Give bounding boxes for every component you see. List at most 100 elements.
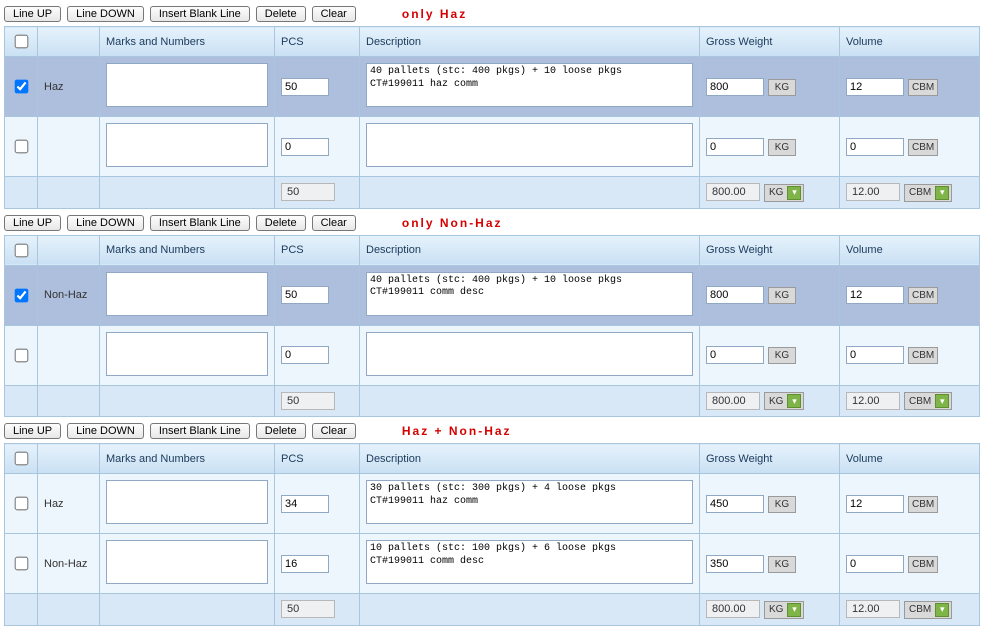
- row-select-checkbox[interactable]: [15, 348, 29, 362]
- delete-button[interactable]: Delete: [256, 423, 306, 439]
- line-down-button[interactable]: Line DOWN: [67, 6, 144, 22]
- description-input[interactable]: [366, 123, 693, 167]
- header-tag: [38, 235, 100, 265]
- line-up-button[interactable]: Line UP: [4, 215, 61, 231]
- toolbar: Line UP Line DOWN Insert Blank Line Delete C…: [4, 215, 980, 231]
- select-all-checkbox[interactable]: [15, 35, 29, 49]
- delete-button[interactable]: Delete: [256, 6, 306, 22]
- row-select-checkbox[interactable]: [15, 288, 29, 302]
- header-volume: Volume: [840, 444, 980, 474]
- line-up-button[interactable]: Line UP: [4, 423, 61, 439]
- line-down-button[interactable]: Line DOWN: [67, 215, 144, 231]
- volume-input[interactable]: [846, 555, 904, 573]
- table-row: KGCBM: [5, 325, 980, 385]
- volume-unit: CBM: [908, 496, 938, 513]
- gross-weight-input[interactable]: [706, 346, 764, 364]
- weight-unit-dropdown[interactable]: KG▾: [764, 601, 804, 619]
- row-tag: Non-Haz: [44, 289, 87, 301]
- header-gross-weight: Gross Weight: [700, 235, 840, 265]
- volume-input[interactable]: [846, 346, 904, 364]
- gross-weight-input[interactable]: [706, 286, 764, 304]
- cargo-section: Line UP Line DOWN Insert Blank Line Delete C…: [4, 423, 980, 626]
- pcs-input[interactable]: [281, 346, 329, 364]
- table-row: Haz KG CBM: [5, 474, 980, 534]
- volume-unit: CBM: [908, 139, 938, 156]
- volume-unit-dropdown[interactable]: CBM▾: [904, 392, 952, 410]
- header-tag: [38, 444, 100, 474]
- line-down-button[interactable]: Line DOWN: [67, 423, 144, 439]
- table-row: KGCBM: [5, 117, 980, 177]
- gross-weight-input[interactable]: [706, 495, 764, 513]
- header-select: [5, 235, 38, 265]
- select-all-checkbox[interactable]: [15, 243, 29, 257]
- header-select: [5, 27, 38, 57]
- pcs-input[interactable]: [281, 495, 329, 513]
- marks-input[interactable]: [106, 272, 268, 316]
- marks-input[interactable]: [106, 123, 268, 167]
- pcs-input[interactable]: [281, 138, 329, 156]
- weight-unit: KG: [768, 496, 796, 513]
- row-select-checkbox[interactable]: [15, 140, 29, 154]
- header-pcs: PCS: [275, 444, 360, 474]
- select-all-checkbox[interactable]: [15, 452, 29, 466]
- insert-blank-button[interactable]: Insert Blank Line: [150, 6, 250, 22]
- insert-blank-button[interactable]: Insert Blank Line: [150, 423, 250, 439]
- toolbar: Line UP Line DOWN Insert Blank Line Delete C…: [4, 6, 980, 22]
- volume-unit-dropdown[interactable]: CBM▾: [904, 184, 952, 202]
- row-tag: Haz: [44, 81, 64, 93]
- marks-input[interactable]: [106, 63, 268, 107]
- total-gross-weight: 800.00: [706, 183, 760, 201]
- total-pcs: 50: [281, 183, 335, 201]
- gross-weight-input[interactable]: [706, 555, 764, 573]
- volume-unit-label: CBM: [909, 396, 931, 407]
- description-input[interactable]: [366, 332, 693, 376]
- row-tag: Non-Haz: [44, 558, 87, 570]
- header-description: Description: [360, 27, 700, 57]
- chevron-down-icon: ▾: [787, 394, 801, 408]
- cargo-section: Line UP Line DOWN Insert Blank Line Delete C…: [4, 6, 980, 209]
- line-up-button[interactable]: Line UP: [4, 6, 61, 22]
- description-input[interactable]: [366, 480, 693, 524]
- gross-weight-input[interactable]: [706, 138, 764, 156]
- marks-input[interactable]: [106, 332, 268, 376]
- pcs-input[interactable]: [281, 555, 329, 573]
- weight-unit: KG: [768, 287, 796, 304]
- volume-unit: CBM: [908, 79, 938, 96]
- volume-unit-label: CBM: [909, 604, 931, 615]
- volume-input[interactable]: [846, 138, 904, 156]
- delete-button[interactable]: Delete: [256, 215, 306, 231]
- weight-unit-dropdown[interactable]: KG▾: [764, 184, 804, 202]
- description-input[interactable]: [366, 272, 693, 316]
- chevron-down-icon: ▾: [787, 603, 801, 617]
- row-tag: Haz: [44, 498, 64, 510]
- clear-button[interactable]: Clear: [312, 6, 356, 22]
- marks-input[interactable]: [106, 540, 268, 584]
- clear-button[interactable]: Clear: [312, 215, 356, 231]
- row-select-checkbox[interactable]: [15, 557, 29, 571]
- total-pcs: 50: [281, 392, 335, 410]
- header-pcs: PCS: [275, 27, 360, 57]
- pcs-input[interactable]: [281, 286, 329, 304]
- volume-input[interactable]: [846, 286, 904, 304]
- row-select-checkbox[interactable]: [15, 80, 29, 94]
- insert-blank-button[interactable]: Insert Blank Line: [150, 215, 250, 231]
- clear-button[interactable]: Clear: [312, 423, 356, 439]
- description-input[interactable]: [366, 540, 693, 584]
- row-select-checkbox[interactable]: [15, 497, 29, 511]
- header-description: Description: [360, 444, 700, 474]
- pcs-input[interactable]: [281, 78, 329, 96]
- header-volume: Volume: [840, 27, 980, 57]
- description-input[interactable]: [366, 63, 693, 107]
- chevron-down-icon: ▾: [935, 186, 949, 200]
- header-marks: Marks and Numbers: [100, 444, 275, 474]
- weight-unit: KG: [768, 347, 796, 364]
- weight-unit-dropdown[interactable]: KG▾: [764, 392, 804, 410]
- chevron-down-icon: ▾: [935, 603, 949, 617]
- volume-input[interactable]: [846, 78, 904, 96]
- weight-unit: KG: [768, 79, 796, 96]
- total-pcs: 50: [281, 600, 335, 618]
- volume-unit-dropdown[interactable]: CBM ▾: [904, 601, 952, 619]
- gross-weight-input[interactable]: [706, 78, 764, 96]
- volume-input[interactable]: [846, 495, 904, 513]
- marks-input[interactable]: [106, 480, 268, 524]
